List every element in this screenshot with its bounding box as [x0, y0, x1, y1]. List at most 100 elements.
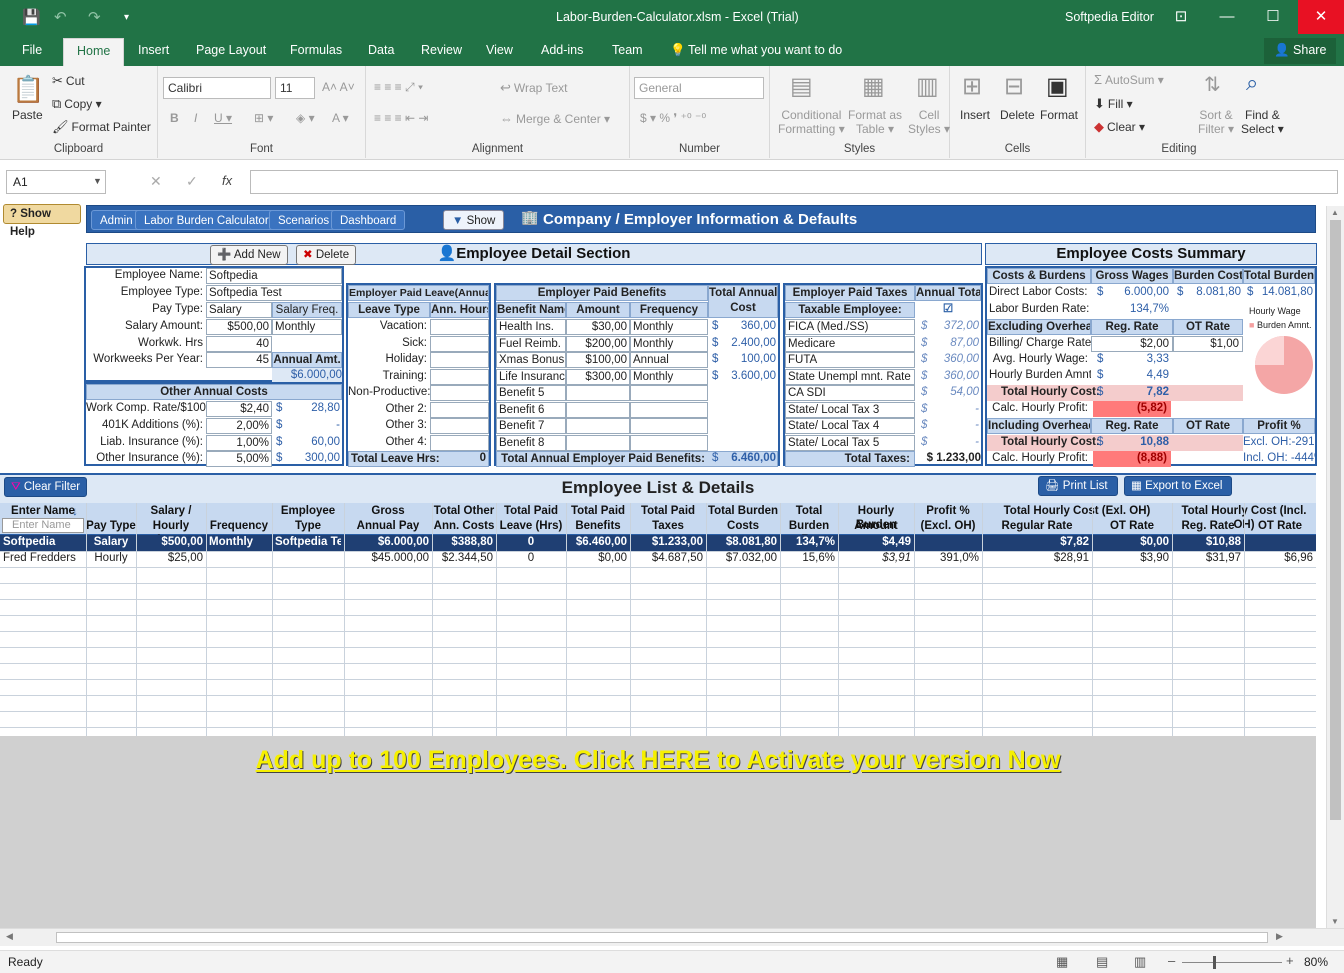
customize-qat-icon[interactable]: ▾ [124, 12, 129, 23]
scenarios-button[interactable]: Scenarios [269, 210, 339, 230]
list-col-header[interactable]: Annual Pay [344, 519, 432, 533]
tab-formulas[interactable]: Formulas [290, 43, 342, 57]
insert-cells-button[interactable]: Insert [960, 108, 990, 122]
benefit-frequency-select[interactable] [630, 418, 708, 434]
autosum-button[interactable]: Σ AutoSum ▾ [1094, 72, 1164, 87]
list-cell[interactable]: $31,97 [1175, 551, 1241, 567]
close-icon[interactable]: ✕ [1298, 0, 1344, 34]
bold-icon[interactable]: B [170, 111, 179, 125]
border-icon[interactable]: ⊞ ▾ [254, 111, 273, 125]
tell-me-box[interactable]: Tell me what you want to do [688, 43, 842, 57]
cell-styles-icon[interactable]: ▥ [916, 72, 939, 101]
name-filter-input[interactable]: Enter Name [2, 518, 84, 533]
font-grow-icon[interactable]: A˄ A˅ [322, 80, 355, 94]
list-cell[interactable]: 15,6% [783, 551, 835, 567]
benefit-frequency-select[interactable]: Monthly [630, 319, 708, 335]
activate-link[interactable]: Add up to 100 Employees. Click HERE to A… [0, 746, 1316, 775]
benefit-frequency-select[interactable]: Annual [630, 352, 708, 368]
benefit-frequency-select[interactable]: Monthly [630, 335, 708, 352]
format-cells-button[interactable]: Format [1040, 108, 1078, 122]
delete-cells-icon[interactable]: ⊟ [1004, 72, 1024, 101]
font-name-select[interactable]: Calibri [163, 77, 271, 99]
benefit-amount-input[interactable]: $100,00 [566, 352, 630, 368]
list-col-header[interactable]: Salary / [136, 504, 206, 518]
list-cell[interactable] [275, 551, 341, 567]
list-cell[interactable]: 391,0% [917, 551, 979, 567]
paste-button[interactable]: Paste [12, 108, 43, 122]
leave-hours-input[interactable] [430, 368, 489, 385]
normal-view-icon[interactable]: ▦ [1056, 954, 1068, 970]
list-cell[interactable]: $28,91 [985, 551, 1089, 567]
name-box-dropdown-icon[interactable]: ▼ [93, 176, 102, 186]
benefit-name-input[interactable]: Fuel Reimb. [496, 335, 566, 352]
underline-icon[interactable]: U ▾ [214, 111, 232, 125]
employee-name-input[interactable]: Softpedia [206, 268, 342, 284]
scroll-down-icon[interactable]: ▼ [1331, 917, 1339, 926]
horizontal-scroll-thumb[interactable] [56, 932, 1268, 943]
export-excel-button[interactable]: ▦ Export to Excel [1124, 476, 1232, 496]
list-cell[interactable]: $6.000,00 [347, 535, 429, 551]
list-cell[interactable]: $7.032,00 [709, 551, 777, 567]
list-cell[interactable]: $10,88 [1175, 535, 1241, 551]
list-cell[interactable]: $4.687,50 [633, 551, 703, 567]
leave-hours-input[interactable] [430, 352, 489, 368]
labor-burden-calculator-button[interactable]: Labor Burden Calculator [135, 210, 278, 230]
leave-hours-input[interactable] [430, 335, 489, 352]
benefit-amount-input[interactable]: $200,00 [566, 335, 630, 352]
workweek-hours-input[interactable]: 40 [206, 336, 272, 352]
vertical-scrollbar[interactable]: ▲ ▼ [1326, 206, 1344, 928]
salary-freq-select[interactable]: Monthly [272, 319, 342, 335]
list-cell[interactable]: Salary [89, 535, 133, 551]
cut-button[interactable]: ✂ Cut [52, 73, 85, 89]
list-cell[interactable]: $3,91 [841, 551, 911, 567]
benefit-amount-input[interactable] [566, 434, 630, 451]
dashboard-button[interactable]: Dashboard [331, 210, 406, 230]
minimize-icon[interactable]: — [1204, 0, 1250, 34]
list-col-header[interactable]: Ann. Costs [432, 519, 496, 533]
print-list-button[interactable]: 🖨 Print List [1038, 476, 1118, 496]
list-cell[interactable]: $0,00 [1095, 535, 1169, 551]
tab-insert[interactable]: Insert [138, 43, 169, 57]
zoom-in-icon[interactable]: + [1286, 953, 1294, 968]
tab-review[interactable]: Review [421, 43, 462, 57]
list-col-header[interactable]: Regular Rate [982, 519, 1092, 533]
ribbon-display-icon[interactable]: ⊡ [1158, 0, 1204, 34]
list-cell[interactable] [209, 551, 269, 567]
benefit-name-input[interactable]: Life Insurance [496, 368, 566, 385]
format-as-table-icon[interactable]: ▦ [862, 72, 885, 101]
find-select-icon[interactable]: ⌕ [1246, 70, 1258, 96]
list-cell[interactable]: Fred Fredders [3, 551, 83, 567]
list-col-header[interactable]: Taxes [630, 519, 706, 533]
taxable-checkbox[interactable]: ☑ [915, 302, 981, 318]
list-cell[interactable]: $1.233,00 [633, 535, 703, 551]
list-cell[interactable]: $3,90 [1095, 551, 1169, 567]
benefit-amount-input[interactable] [566, 385, 630, 401]
leave-hours-input[interactable] [430, 385, 489, 401]
copy-button[interactable]: ⧉ Copy ▾ [52, 96, 102, 112]
conditional-formatting-button[interactable]: Conditional Formatting ▾ [778, 108, 845, 136]
zoom-level[interactable]: 80% [1304, 955, 1328, 969]
save-icon[interactable]: 💾 [22, 8, 41, 26]
format-as-table-button[interactable]: Format as Table ▾ [848, 108, 902, 136]
number-format-select[interactable]: General [634, 77, 764, 99]
find-select-button[interactable]: Find & Select ▾ [1241, 108, 1284, 136]
list-col-header[interactable]: (Excl. OH) [914, 519, 982, 533]
list-cell[interactable] [1247, 535, 1313, 551]
benefit-frequency-select[interactable] [630, 401, 708, 418]
list-cell[interactable]: $8.081,80 [709, 535, 777, 551]
currency-icon[interactable]: $ ▾ % ❜ ⁺⁰ ⁻⁰ [640, 111, 706, 125]
page-break-view-icon[interactable]: ▥ [1134, 954, 1146, 970]
cancel-icon[interactable]: ✕ [150, 173, 162, 190]
benefit-name-input[interactable]: Xmas Bonus [496, 352, 566, 368]
cell-styles-button[interactable]: Cell Styles ▾ [908, 108, 950, 136]
font-size-select[interactable]: 11 [275, 77, 315, 99]
employee-type-input[interactable]: Softpedia Test [206, 285, 342, 301]
list-cell[interactable]: $2.344,50 [435, 551, 493, 567]
sort-filter-icon[interactable]: ⇅ [1204, 72, 1221, 97]
leave-hours-input[interactable] [430, 319, 489, 335]
billing-ot-rate-input[interactable]: $1,00 [1173, 336, 1243, 352]
benefit-frequency-select[interactable]: Monthly [630, 368, 708, 385]
list-col-header[interactable]: Total [780, 504, 838, 518]
sort-arrow-icon[interactable]: ↓ [72, 504, 78, 518]
list-cell[interactable]: 0 [499, 551, 563, 567]
